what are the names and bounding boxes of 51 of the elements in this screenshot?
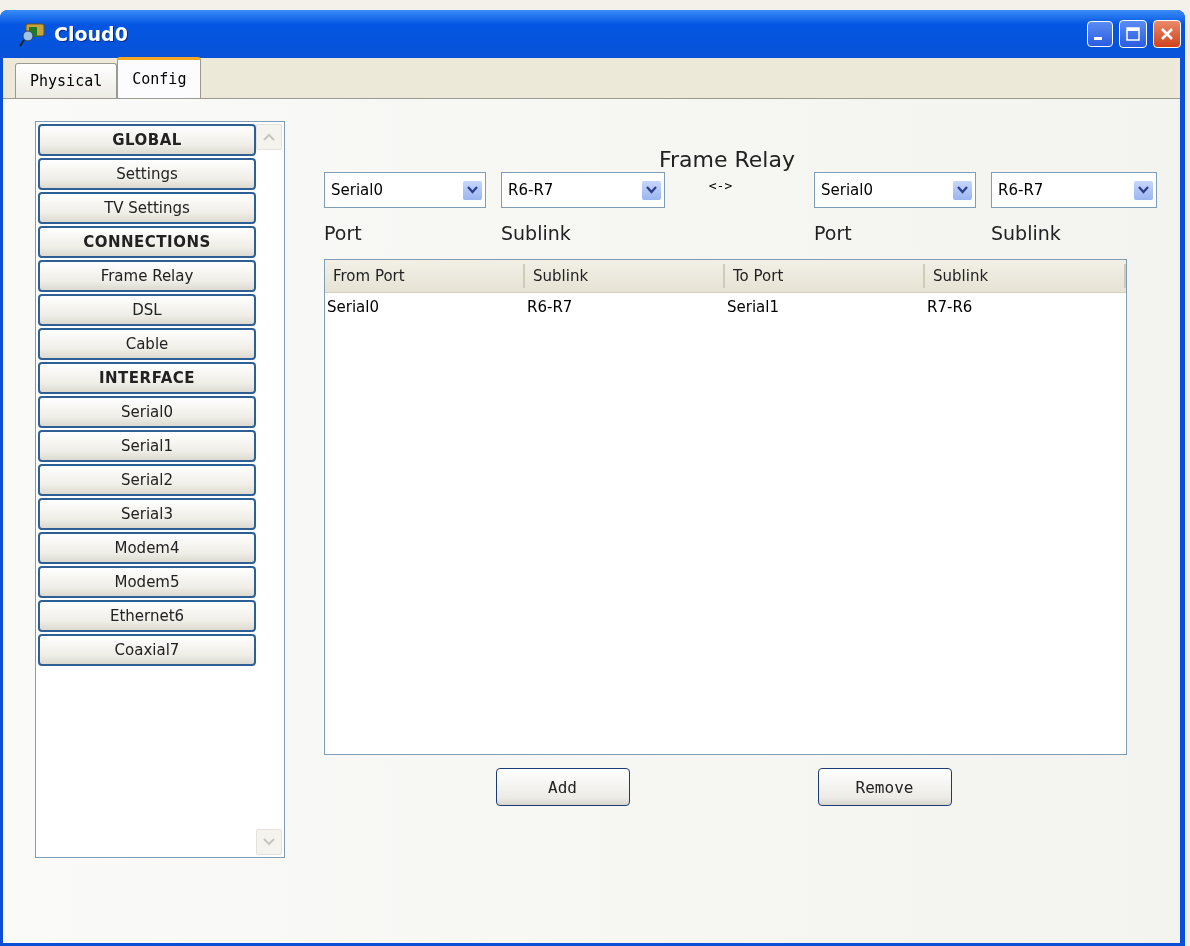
column-header[interactable]: From Port: [325, 264, 525, 288]
dropdown-label: Sublink: [501, 222, 572, 244]
minimize-button[interactable]: [1087, 21, 1113, 47]
maximize-button[interactable]: [1119, 20, 1147, 48]
table-cell-text: R7-R6: [926, 298, 974, 316]
table-cell-text: Serial0: [326, 298, 380, 316]
sidebar-item[interactable]: Frame Relay: [38, 260, 256, 292]
minimize-icon: [1094, 37, 1102, 40]
panel-title: Frame Relay: [659, 147, 795, 172]
sidebar-item[interactable]: Serial1: [38, 430, 256, 462]
dropdown-label: Port: [814, 222, 853, 244]
section-header-button[interactable]: INTERFACE: [38, 362, 256, 394]
dropdown-label: Sublink: [991, 222, 1062, 244]
sidebar-item[interactable]: Modem5: [38, 566, 256, 598]
sidebar-item[interactable]: Serial2: [38, 464, 256, 496]
sidebar-item[interactable]: DSL: [38, 294, 256, 326]
table-cell-text: Serial1: [726, 298, 780, 316]
chevron-up-icon: [263, 133, 275, 141]
link-symbol: <->: [708, 178, 733, 193]
sidebar-item[interactable]: Settings: [38, 158, 256, 190]
sidebar-item[interactable]: Ethernet6: [38, 600, 256, 632]
sidebar-item[interactable]: Serial0: [38, 396, 256, 428]
column-header[interactable]: Sublink: [525, 264, 725, 288]
sublink-dropdown[interactable]: R6-R7: [501, 172, 665, 208]
column-header[interactable]: Sublink: [925, 264, 1126, 288]
close-icon: [1159, 26, 1175, 42]
window-title: Cloud0: [54, 23, 129, 45]
sidebar-item[interactable]: TV Settings: [38, 192, 256, 224]
chevron-down-icon: [957, 186, 968, 194]
dropdown-label: Port: [324, 222, 363, 244]
chevron-down-icon: [467, 186, 478, 194]
section-header-button[interactable]: CONNECTIONS: [38, 226, 256, 258]
table-cell-text: R6-R7: [526, 298, 574, 316]
maximize-icon: [1125, 26, 1141, 42]
section-header-button[interactable]: GLOBAL: [38, 124, 256, 156]
port-dropdown[interactable]: Serial0: [814, 172, 976, 208]
action-button[interactable]: Remove: [817, 768, 952, 806]
sidebar-item[interactable]: Serial3: [38, 498, 256, 530]
port-dropdown[interactable]: Serial0: [324, 172, 486, 208]
chevron-down-icon: [263, 838, 275, 846]
tab[interactable]: Config: [117, 57, 202, 98]
sublink-dropdown[interactable]: R6-R7: [991, 172, 1157, 208]
sidebar-item[interactable]: Coaxial7: [38, 634, 256, 666]
action-button[interactable]: Add: [495, 768, 630, 806]
chevron-down-icon: [646, 186, 657, 194]
sidebar-item[interactable]: Modem4: [38, 532, 256, 564]
sidebar-item[interactable]: Cable: [38, 328, 256, 360]
chevron-down-icon: [1138, 186, 1149, 194]
tab[interactable]: Physical: [15, 63, 118, 98]
column-header[interactable]: To Port: [725, 264, 925, 288]
close-button[interactable]: [1153, 20, 1181, 48]
